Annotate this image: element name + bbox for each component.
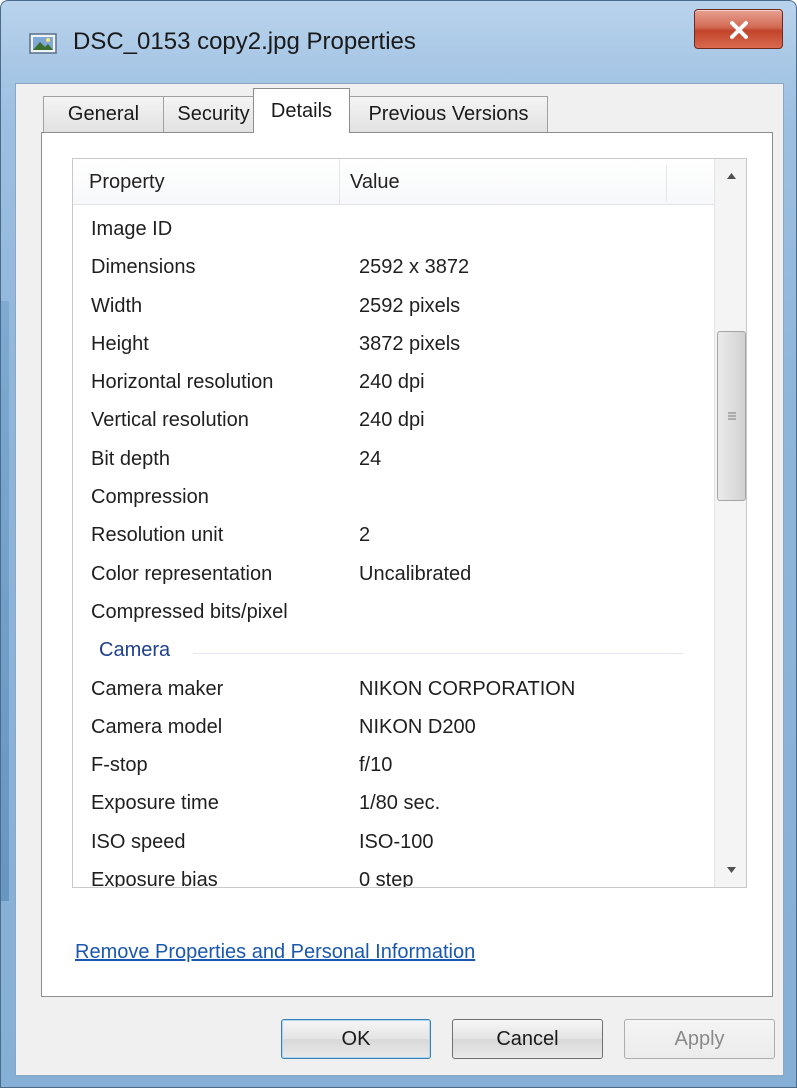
property-name: Height (91, 332, 149, 355)
group-header-label: Camera (99, 639, 171, 662)
property-value: 0 step (359, 869, 414, 888)
column-header-property[interactable]: Property (89, 159, 339, 205)
property-name: Bit depth (91, 447, 170, 470)
ok-button[interactable]: OK (281, 1019, 431, 1059)
close-button[interactable] (694, 9, 783, 49)
property-value: 240 dpi (359, 371, 425, 394)
property-name: Image ID (91, 218, 173, 240)
property-row[interactable]: Camera maker NIKON CORPORATION (73, 676, 714, 714)
property-row[interactable]: Exposure bias 0 step (73, 867, 714, 888)
property-value: f/10 (359, 754, 393, 777)
property-row[interactable]: Width 2592 pixels (73, 293, 714, 331)
property-row[interactable]: Bit depth 24 (73, 446, 714, 484)
property-name: Dimensions (91, 256, 196, 279)
properties-list[interactable]: Property Value Image ID Dimensions 2592 x … (72, 158, 747, 888)
property-name: Exposure time (91, 792, 219, 815)
property-row[interactable]: Color representation Uncalibrated (73, 561, 714, 599)
tab-strip: General Security Previous Versions Detai… (16, 84, 785, 133)
property-value: Uncalibrated (359, 562, 472, 585)
property-row[interactable]: Camera model NIKON D200 (73, 714, 714, 752)
property-name: ISO speed (91, 830, 186, 853)
apply-button[interactable]: Apply (624, 1019, 775, 1059)
column-header-value-label: Value (350, 170, 400, 193)
grip-icon (728, 412, 736, 420)
property-row[interactable]: Height 3872 pixels (73, 331, 714, 369)
property-value: 1/80 sec. (359, 792, 441, 815)
list-column-header: Property Value (73, 159, 714, 205)
group-header-camera[interactable]: Camera (73, 637, 714, 675)
property-row[interactable]: Image ID (73, 216, 714, 254)
tab-general[interactable]: General (43, 96, 164, 132)
property-value: 2592 pixels (359, 294, 461, 317)
property-name: Compressed bits/pixel (91, 600, 288, 623)
scroll-up-button[interactable] (715, 159, 746, 193)
property-name: Vertical resolution (91, 409, 249, 432)
property-row[interactable]: Horizontal resolution 240 dpi (73, 369, 714, 407)
scrollbar-thumb[interactable] (717, 331, 746, 501)
property-value: 3872 pixels (359, 332, 461, 355)
column-divider[interactable] (666, 165, 667, 201)
vertical-scrollbar[interactable] (714, 159, 746, 887)
property-row[interactable]: F-stop f/10 (73, 752, 714, 790)
tab-previous-versions[interactable]: Previous Versions (349, 96, 548, 132)
property-name: Width (91, 294, 143, 317)
list-rows: Image ID Dimensions 2592 x 3872 Width 2592 p… (73, 216, 714, 888)
property-value: 2592 x 3872 (359, 256, 470, 279)
property-value: ISO-100 (359, 830, 434, 853)
property-name: Color representation (91, 562, 273, 585)
title-bar[interactable]: DSC_0153 copy2.jpg Properties (1, 1, 797, 83)
property-name: Compression (91, 486, 209, 509)
window-title: DSC_0153 copy2.jpg Properties (73, 28, 416, 55)
scroll-down-button[interactable] (715, 853, 746, 887)
property-name: Resolution unit (91, 524, 224, 547)
property-row[interactable]: Vertical resolution 240 dpi (73, 407, 714, 445)
property-name: Exposure bias (91, 869, 218, 888)
property-row[interactable]: Resolution unit 2 (73, 522, 714, 560)
property-row[interactable]: Dimensions 2592 x 3872 (73, 254, 714, 292)
property-name: Horizontal resolution (91, 371, 274, 394)
property-name: F-stop (91, 754, 148, 777)
property-value: 2 (359, 524, 371, 547)
property-name: Camera model (91, 715, 223, 738)
scroll-down-arrow-icon (727, 867, 736, 873)
group-divider (193, 653, 683, 655)
scroll-up-arrow-icon (727, 173, 736, 179)
image-file-icon (29, 31, 57, 55)
property-row[interactable]: Compression (73, 484, 714, 522)
dialog-client-area: General Security Previous Versions Detai… (15, 83, 784, 1076)
properties-window: DSC_0153 copy2.jpg Properties General Se… (0, 0, 797, 1088)
cancel-button[interactable]: Cancel (452, 1019, 603, 1059)
property-value: 24 (359, 447, 382, 470)
remove-properties-link[interactable]: Remove Properties and Personal Informati… (75, 941, 475, 964)
property-value: NIKON CORPORATION (359, 677, 576, 700)
property-value: 240 dpi (359, 409, 425, 432)
property-name: Camera maker (91, 677, 224, 700)
details-panel: Property Value Image ID Dimensions 2592 x … (41, 132, 773, 997)
close-icon (730, 21, 748, 39)
property-value: NIKON D200 (359, 715, 476, 738)
property-row[interactable]: Compressed bits/pixel (73, 599, 714, 637)
window-frame-edge (1, 301, 9, 901)
column-header-value[interactable]: Value (339, 159, 639, 205)
property-row[interactable]: Exposure time 1/80 sec. (73, 790, 714, 828)
property-row[interactable]: ISO speed ISO-100 (73, 829, 714, 867)
tab-security[interactable]: Security (163, 96, 264, 132)
tab-details[interactable]: Details (253, 88, 350, 133)
